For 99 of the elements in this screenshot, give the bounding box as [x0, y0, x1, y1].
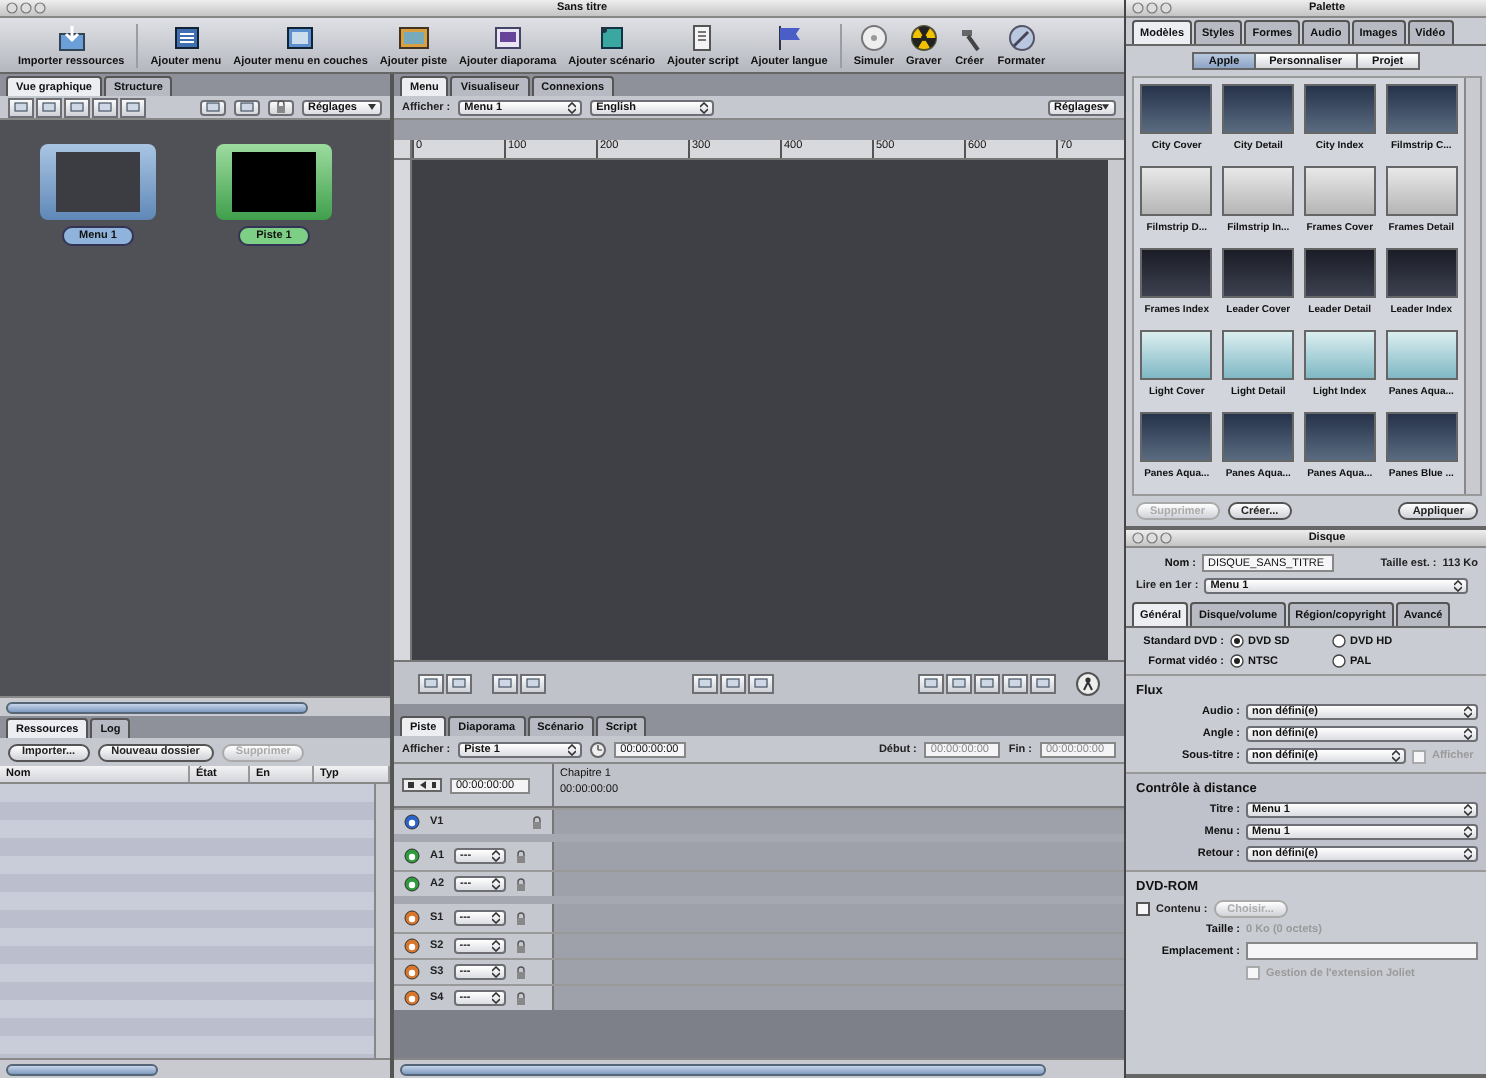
view-button[interactable]	[36, 97, 62, 117]
template-thumbnail[interactable]	[1140, 412, 1213, 462]
template-thumbnail[interactable]	[1140, 84, 1213, 134]
disc-tool-icon	[1005, 23, 1038, 51]
caret-icon	[1102, 104, 1110, 110]
track-thumbnail[interactable]	[216, 144, 332, 220]
checkbox[interactable]	[1136, 902, 1150, 916]
template-thumbnail[interactable]	[1303, 412, 1376, 462]
template-thumbnail[interactable]	[1385, 166, 1458, 216]
stepper-icon	[492, 850, 501, 862]
template-thumbnail[interactable]	[1140, 248, 1213, 298]
stepper-icon	[1464, 848, 1472, 860]
template-thumbnail[interactable]	[1385, 330, 1458, 380]
template-thumbnail[interactable]	[1222, 330, 1295, 380]
stepper-icon	[700, 101, 709, 113]
stepper-icon	[1464, 804, 1472, 816]
view-button[interactable]	[719, 673, 745, 693]
display-button[interactable]	[918, 673, 944, 693]
film-icon	[397, 23, 430, 51]
view-button[interactable]	[64, 97, 90, 117]
stepper-icon	[1464, 826, 1472, 838]
template-thumbnail[interactable]	[1222, 84, 1295, 134]
view-button[interactable]	[747, 673, 773, 693]
lock-icon[interactable]	[516, 877, 527, 891]
template-thumbnail[interactable]	[1303, 84, 1376, 134]
image-icon	[206, 102, 220, 112]
window-buttons-icon[interactable]	[6, 2, 46, 14]
stepper-icon	[491, 912, 500, 924]
import-icon	[55, 23, 88, 51]
lock-button[interactable]	[268, 99, 294, 115]
scrollbar[interactable]	[1464, 78, 1480, 494]
radio-button[interactable]	[1230, 634, 1244, 648]
lock-icon[interactable]	[276, 100, 286, 114]
template-thumbnail[interactable]	[1140, 166, 1213, 216]
lock-icon[interactable]	[515, 991, 526, 1005]
transport-icon[interactable]	[402, 778, 442, 792]
template-thumbnail[interactable]	[1303, 248, 1376, 298]
template-thumbnail[interactable]	[1140, 330, 1213, 380]
template-thumbnail[interactable]	[1222, 412, 1295, 462]
clock-icon[interactable]	[590, 741, 607, 757]
view-button[interactable]	[120, 97, 146, 117]
stepper-icon	[492, 878, 501, 890]
scrollbar[interactable]	[374, 784, 390, 1058]
layer-button[interactable]	[418, 673, 444, 693]
stepper-icon	[1464, 706, 1472, 718]
display-button[interactable]	[946, 673, 972, 693]
template-thumbnail[interactable]	[1385, 412, 1458, 462]
slideshow-icon	[491, 23, 524, 51]
lock-icon[interactable]	[516, 849, 527, 863]
radio-button[interactable]	[1332, 654, 1346, 668]
template-thumbnail[interactable]	[1303, 166, 1376, 216]
layer-button[interactable]	[446, 673, 472, 693]
layer-button[interactable]	[492, 673, 518, 693]
caret-icon	[368, 104, 376, 110]
layers-icon	[284, 23, 317, 51]
disc-icon	[857, 23, 890, 51]
display-button[interactable]	[974, 673, 1000, 693]
template-thumbnail[interactable]	[1385, 248, 1458, 298]
window-buttons-icon[interactable]	[1132, 2, 1172, 14]
display-button[interactable]	[1002, 673, 1028, 693]
lock-icon[interactable]	[532, 815, 542, 829]
scrollbar[interactable]	[1108, 160, 1124, 660]
location-field[interactable]	[1246, 942, 1478, 960]
stepper-icon	[1454, 580, 1463, 592]
menu-thumbnail[interactable]	[40, 144, 156, 220]
scrollbar[interactable]	[0, 1058, 390, 1078]
stepper-icon	[491, 992, 500, 1004]
view-button[interactable]	[92, 97, 118, 117]
person-icon[interactable]	[1076, 671, 1100, 695]
template-thumbnail[interactable]	[1222, 166, 1295, 216]
storyboard-icon	[595, 23, 628, 51]
stepper-icon	[568, 743, 577, 755]
view-button[interactable]	[691, 673, 717, 693]
stepper-icon	[1392, 750, 1400, 762]
display-button[interactable]	[1030, 673, 1056, 693]
checkbox[interactable]	[1246, 966, 1260, 980]
stepper-icon	[568, 101, 577, 113]
frame-button[interactable]	[234, 99, 260, 115]
lock-icon[interactable]	[515, 939, 526, 953]
template-thumbnail[interactable]	[1222, 248, 1295, 298]
template-thumbnail[interactable]	[1303, 330, 1376, 380]
view-button[interactable]	[8, 97, 34, 117]
scrollbar[interactable]	[0, 696, 390, 716]
image-button[interactable]	[200, 99, 226, 115]
stepper-icon	[491, 966, 500, 978]
flag-icon	[773, 23, 806, 51]
frame-icon	[240, 102, 254, 112]
radio-button[interactable]	[1332, 634, 1346, 648]
template-thumbnail[interactable]	[1385, 84, 1458, 134]
radio-button[interactable]	[1230, 654, 1244, 668]
menu-icon	[169, 23, 202, 51]
lock-icon[interactable]	[515, 911, 526, 925]
lock-icon[interactable]	[515, 965, 526, 979]
stepper-icon	[1464, 728, 1472, 740]
window-buttons-icon[interactable]	[1132, 532, 1172, 544]
scrollbar[interactable]	[394, 1058, 1124, 1078]
radiation-icon	[907, 23, 940, 51]
layer-button[interactable]	[520, 673, 546, 693]
stepper-icon	[491, 940, 500, 952]
